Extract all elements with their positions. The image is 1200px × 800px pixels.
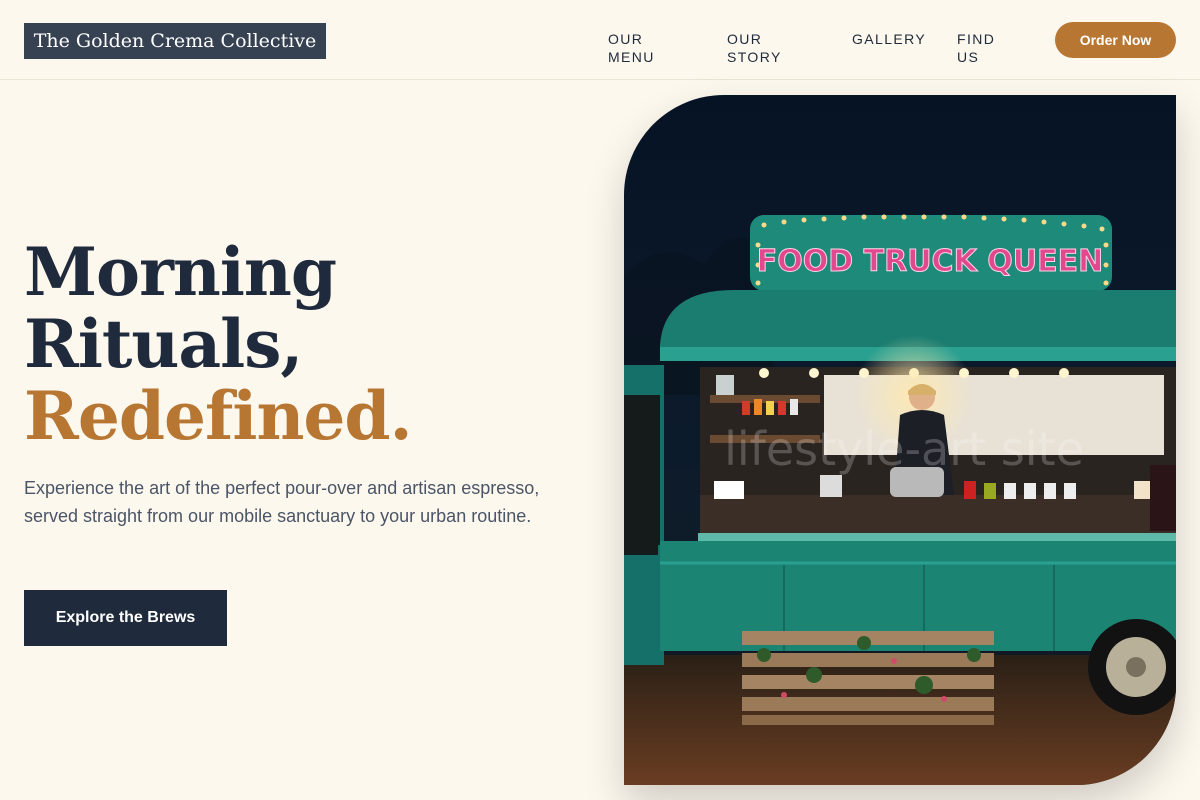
order-now-button[interactable]: Order Now [1055, 22, 1176, 58]
hero-food-truck-image: FOOD TRUCK QUEEN lifestyle-art site [624, 95, 1176, 785]
hero-description: Experience the art of the perfect pour-o… [24, 478, 540, 526]
food-truck-illustration: FOOD TRUCK QUEEN lifestyle-art site [624, 95, 1176, 785]
nav-item-our-menu[interactable]: OUR MENU [608, 30, 655, 66]
nav-item-find-us[interactable]: FIND US [957, 30, 995, 66]
hero-title-line-1: Morning [24, 233, 337, 311]
hero-title-accent: Redefined. [24, 377, 413, 455]
nav-item-our-story[interactable]: OUR STORY [727, 30, 782, 66]
explore-brews-button[interactable]: Explore the Brews [24, 590, 227, 646]
site-header: The Golden Crema Collective OUR MENU OUR… [0, 0, 1200, 80]
site-logo[interactable]: The Golden Crema Collective [24, 23, 326, 59]
right-menu-board [1150, 465, 1176, 531]
hero-title: Morning Rituals, Redefined. [24, 233, 413, 455]
watermark-text: lifestyle-art site [724, 422, 1084, 476]
truck-sign-text: FOOD TRUCK QUEEN [757, 244, 1103, 279]
nav-item-gallery[interactable]: GALLERY [852, 30, 926, 48]
hero-title-line-2: Rituals, [24, 305, 303, 383]
left-menu-board [624, 395, 660, 545]
